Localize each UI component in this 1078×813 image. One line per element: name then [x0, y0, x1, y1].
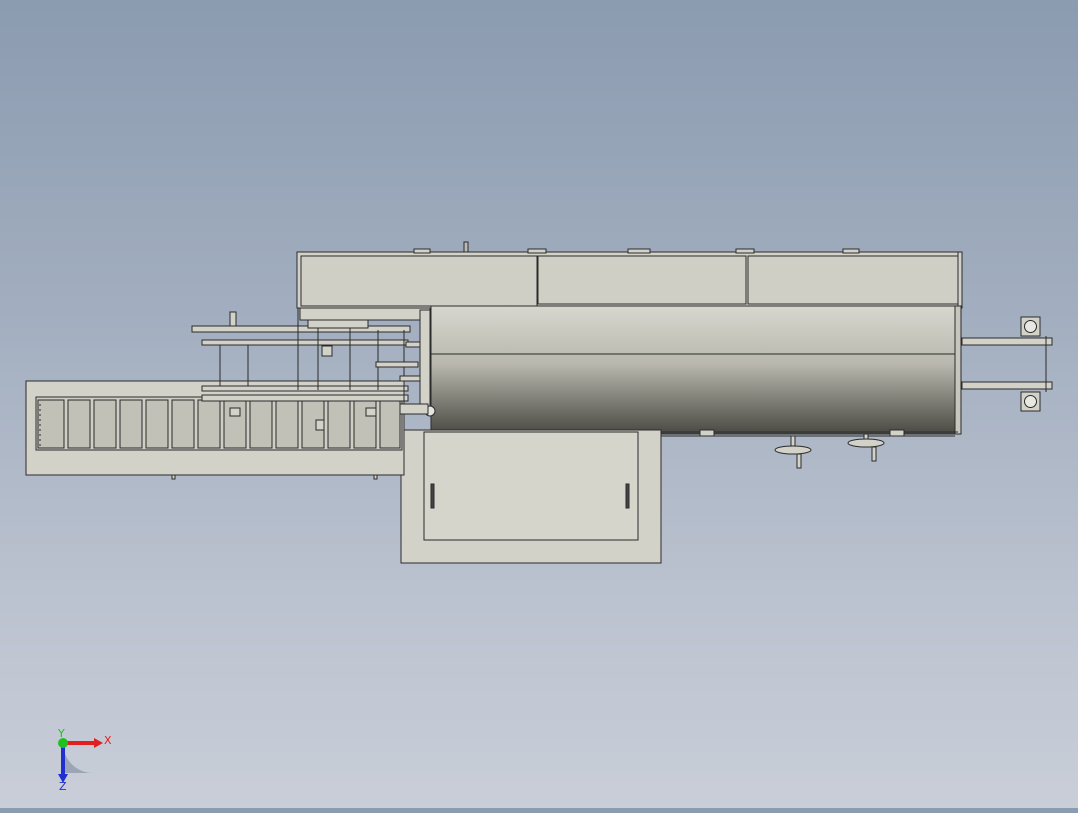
top-housing	[296, 241, 963, 309]
axis-triad: X Y Z	[48, 727, 118, 798]
machine-model[interactable]	[0, 0, 1078, 808]
cad-viewport[interactable]	[0, 0, 1078, 808]
x-axis-arrowhead	[94, 738, 103, 748]
x-axis-label: X	[104, 734, 112, 747]
z-axis-label: Z	[59, 780, 67, 793]
triad-quadrant	[63, 743, 93, 773]
bottom-cabinet	[400, 429, 662, 564]
right-shafts	[961, 316, 1053, 412]
drum-cylinder	[430, 305, 962, 437]
y-axis-label: Y	[57, 728, 65, 740]
